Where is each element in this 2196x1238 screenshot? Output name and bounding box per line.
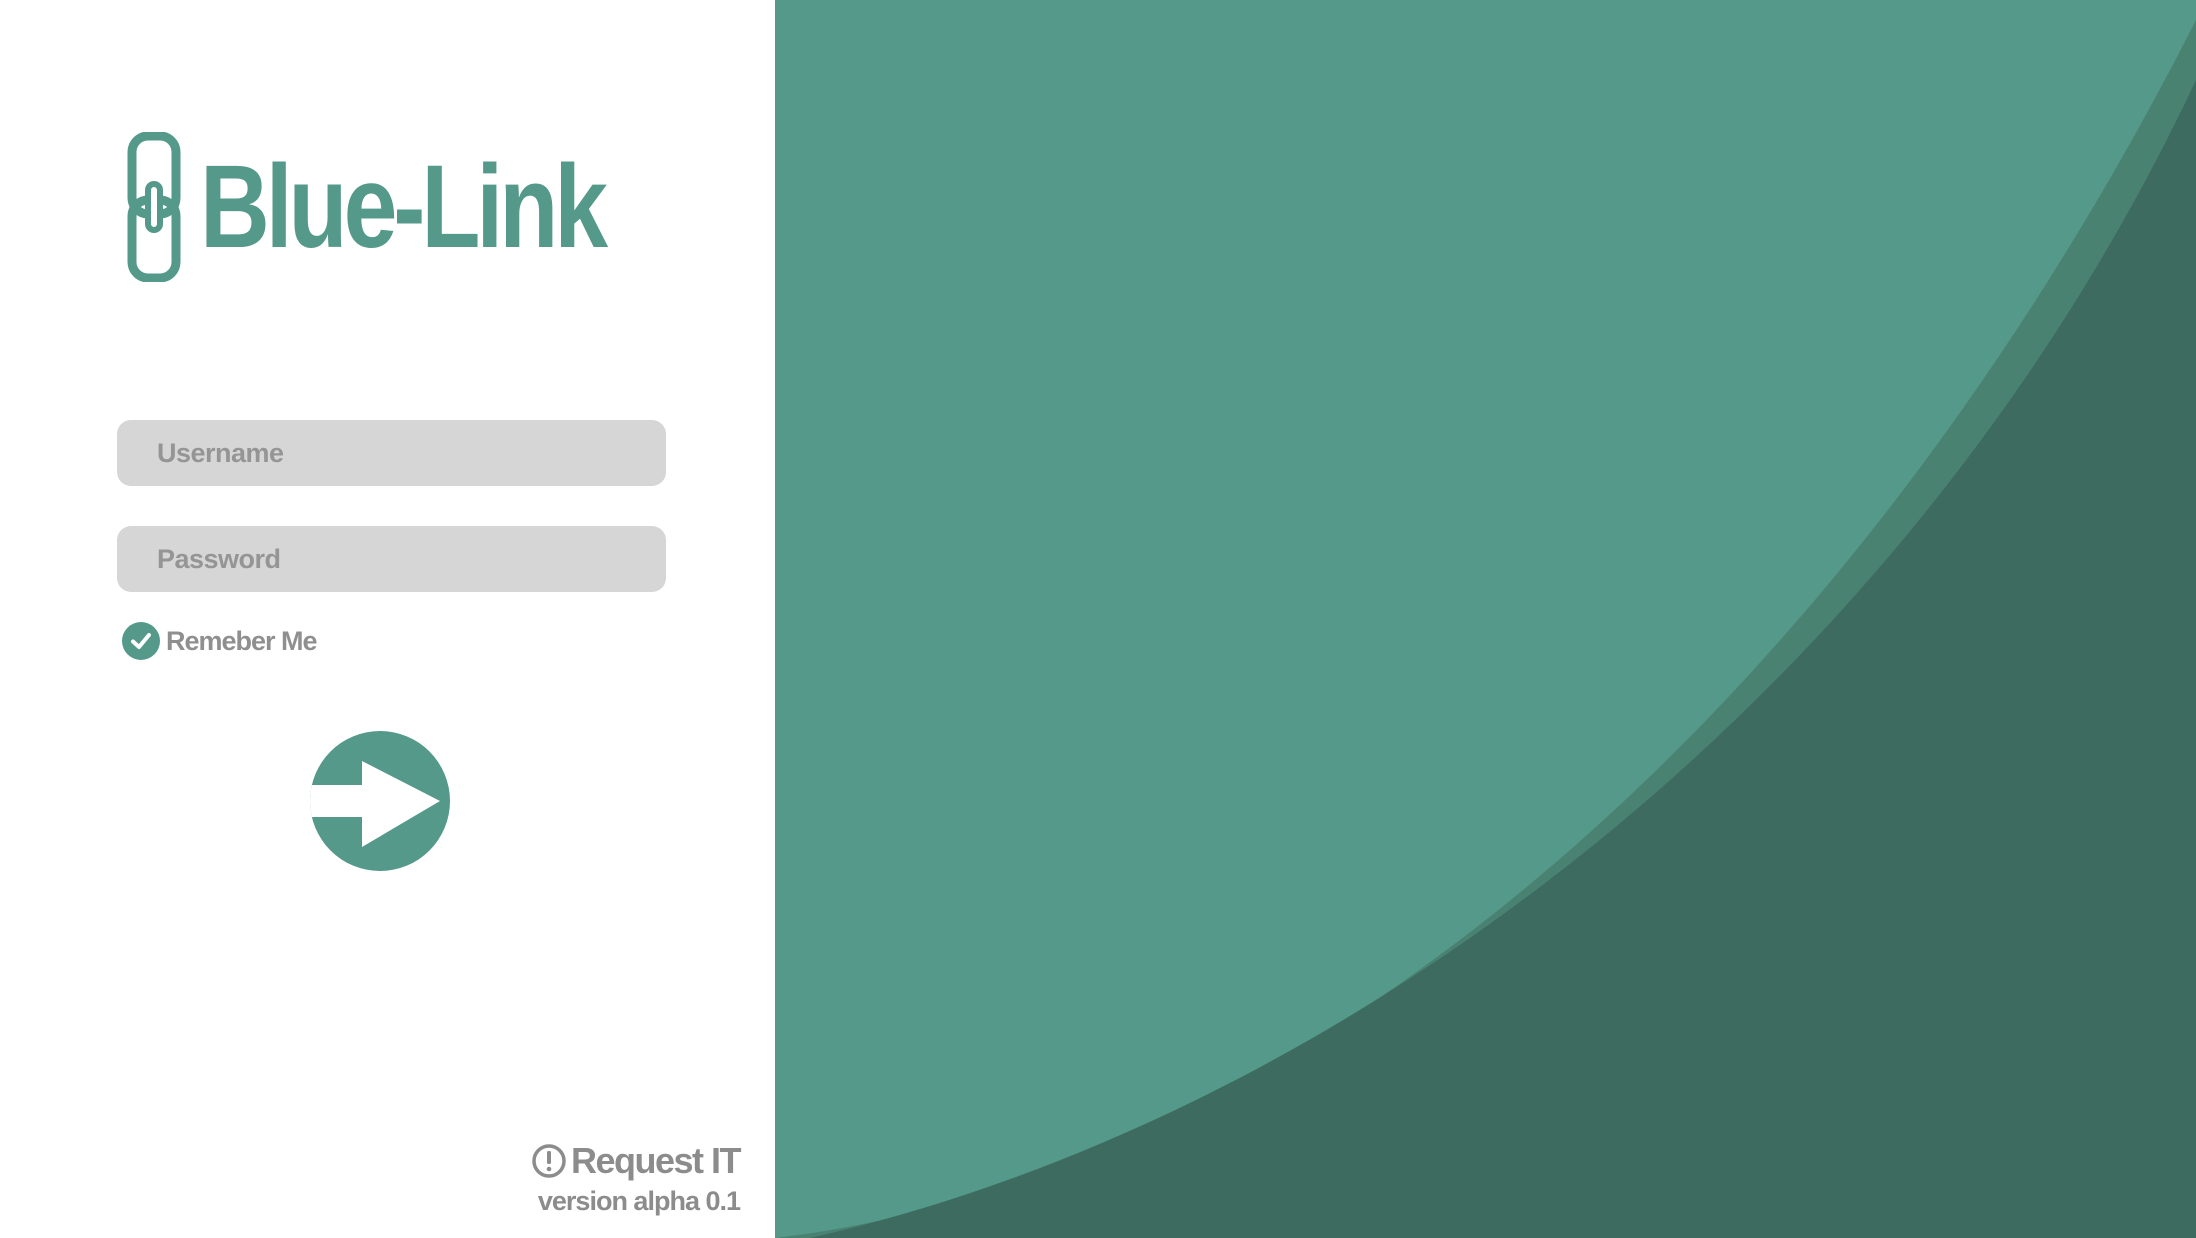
app-name: Blue-Link: [200, 141, 608, 273]
brand-logo: Blue-Link: [126, 132, 693, 282]
login-submit-button[interactable]: [310, 731, 450, 871]
curved-wave-graphic: [775, 20, 2196, 1238]
request-it-link[interactable]: Request IT: [440, 1140, 742, 1182]
checkmark-icon[interactable]: [122, 622, 160, 660]
remember-me-label[interactable]: Remeber Me: [166, 626, 318, 657]
password-field[interactable]: [117, 525, 666, 593]
login-page: Blue-Link Remeber Me: [0, 0, 2196, 1238]
password-input[interactable]: [155, 525, 666, 593]
arrow-right-icon: [310, 761, 440, 847]
username-input[interactable]: [155, 419, 666, 487]
username-field[interactable]: [117, 419, 666, 487]
footer: Request IT version alpha 0.1: [440, 1140, 742, 1217]
login-panel: Blue-Link Remeber Me: [0, 0, 775, 1238]
remember-me-checkbox[interactable]: Remeber Me: [122, 622, 318, 660]
exclamation-circle-icon: [532, 1144, 566, 1178]
version-label: version alpha 0.1: [537, 1186, 741, 1216]
request-it-label[interactable]: Request IT: [571, 1140, 742, 1182]
decorative-background: [775, 0, 2196, 1238]
chain-link-icon: [127, 132, 181, 282]
